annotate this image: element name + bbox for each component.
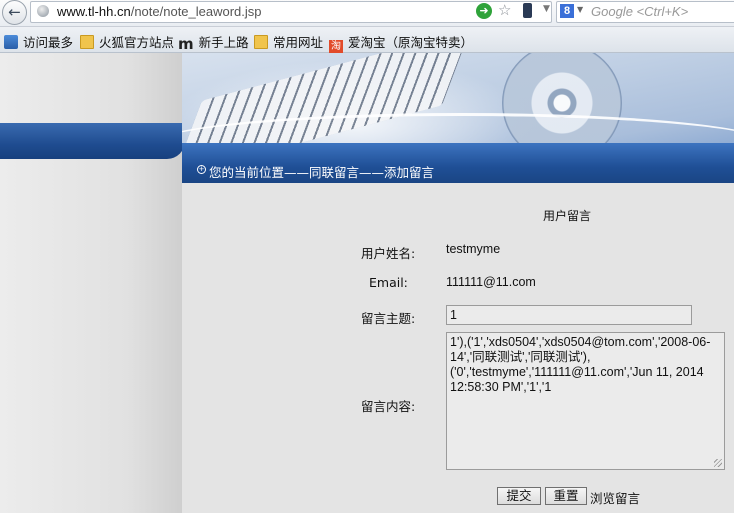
taobao-icon: 淘 xyxy=(329,40,343,54)
back-arrow-icon: ← xyxy=(8,3,21,21)
left-blue-band xyxy=(0,123,185,159)
subject-input[interactable]: 1 xyxy=(446,305,692,325)
go-icon[interactable]: ➜ xyxy=(476,3,492,19)
content-label: 留言内容: xyxy=(361,399,416,414)
bookmark-firefox-official[interactable]: 火狐官方站点 xyxy=(80,32,175,50)
content-textarea[interactable]: 1'),('1','xds0504','xds0504@tom.com','20… xyxy=(446,332,725,470)
bookmark-label: 爱淘宝（原淘宝特卖） xyxy=(348,35,474,50)
folder-icon xyxy=(254,35,268,49)
username-label: 用户姓名: xyxy=(361,246,416,261)
search-input[interactable]: Google <Ctrl+K> xyxy=(591,4,688,19)
breadcrumb-text: 您的当前位置——同联留言——添加留言 xyxy=(209,165,435,180)
bookmark-star-icon[interactable]: ☆ xyxy=(498,1,511,19)
url-path: /note/note_leaword.jsp xyxy=(130,4,262,19)
resize-grip-icon[interactable] xyxy=(714,459,722,467)
location-icon: + xyxy=(197,165,206,174)
username-value: testmyme xyxy=(446,242,501,256)
search-bar[interactable]: 8 ▼ Google <Ctrl+K> xyxy=(556,1,734,23)
left-decor-panel xyxy=(0,53,182,513)
browse-messages-link[interactable]: 浏览留言 xyxy=(590,488,640,507)
bookmark-label: 新手上路 xyxy=(198,35,249,50)
back-button[interactable]: ← xyxy=(2,0,27,25)
search-engine-dropdown-icon[interactable]: ▼ xyxy=(577,5,583,14)
bookmark-ai-taobao[interactable]: 淘爱淘宝（原淘宝特卖） xyxy=(329,32,474,54)
bookmark-most-visited[interactable]: 访问最多 xyxy=(4,32,74,50)
m-logo-icon: m xyxy=(178,35,194,53)
bookmark-getting-started[interactable]: m 新手上路 xyxy=(178,32,249,53)
submit-button[interactable]: 提交 xyxy=(497,487,541,505)
email-value: 111111@11.com xyxy=(446,275,536,289)
reset-button[interactable]: 重置 xyxy=(545,487,587,505)
browser-toolbar: ← www.tl-hh.cn/note/note_leaword.jsp ➜ ☆… xyxy=(0,0,734,27)
url-text[interactable]: www.tl-hh.cn/note/note_leaword.jsp xyxy=(57,4,262,19)
bookmark-label: 访问最多 xyxy=(23,35,74,50)
bookmark-common-sites[interactable]: 常用网址 xyxy=(254,32,324,50)
url-domain: www.tl-hh.cn xyxy=(57,4,131,19)
subject-label: 留言主题: xyxy=(361,311,416,326)
email-label: Email: xyxy=(369,275,408,290)
bookmark-label: 火狐官方站点 xyxy=(99,35,175,50)
visit-icon xyxy=(4,35,18,49)
globe-icon xyxy=(37,5,49,17)
bookmarks-toolbar: 访问最多 火狐官方站点 m 新手上路 常用网址 淘爱淘宝（原淘宝特卖） xyxy=(0,27,734,54)
phone-icon[interactable] xyxy=(523,3,532,18)
form-title: 用户留言 xyxy=(543,209,592,223)
breadcrumb: + 您的当前位置——同联留言——添加留言 xyxy=(182,159,734,183)
folder-icon xyxy=(80,35,94,49)
chevron-down-icon[interactable]: ▼ xyxy=(543,4,550,14)
bookmark-label: 常用网址 xyxy=(273,35,324,50)
address-bar[interactable]: www.tl-hh.cn/note/note_leaword.jsp ➜ ☆ ▼… xyxy=(30,1,569,23)
google-icon[interactable]: 8 xyxy=(560,4,574,18)
content-text: 1'),('1','xds0504','xds0504@tom.com','20… xyxy=(450,335,711,394)
